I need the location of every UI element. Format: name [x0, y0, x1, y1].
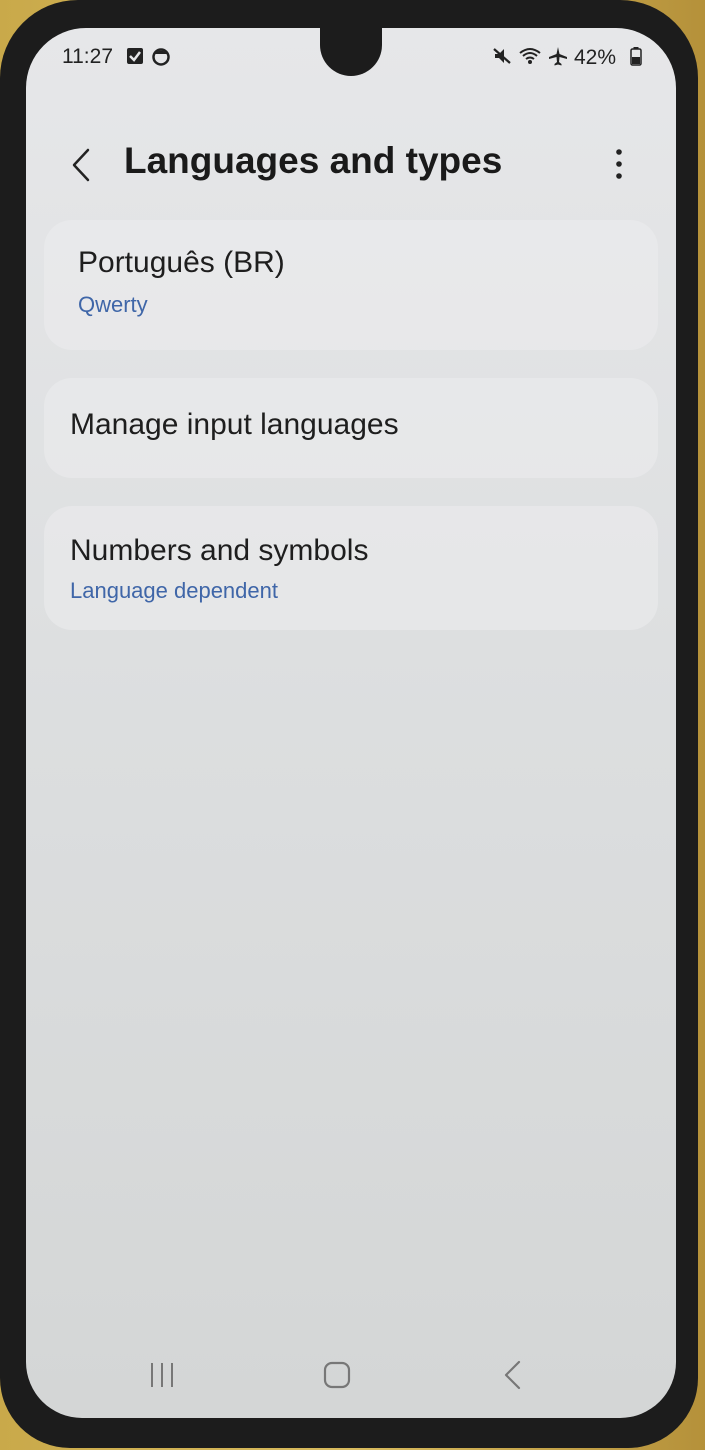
list-item-numbers-and-symbols[interactable]: Numbers and symbols Language dependent [44, 506, 658, 630]
airplane-icon [549, 47, 567, 66]
nav-back-button[interactable] [488, 1355, 538, 1395]
battery-icon [630, 47, 642, 66]
list-item-title: Numbers and symbols [70, 534, 369, 567]
back-chevron-icon [72, 148, 90, 182]
home-button[interactable] [312, 1355, 362, 1395]
back-icon [504, 1360, 521, 1390]
more-options-icon [616, 149, 622, 179]
app-bar: Languages and types [26, 128, 676, 198]
navigation-bar [26, 1343, 676, 1403]
phone-frame: 11:27 42% Languages and types Português … [0, 0, 698, 1448]
screen: 11:27 42% Languages and types Português … [26, 28, 676, 1418]
mute-icon [493, 48, 511, 64]
home-icon [323, 1361, 351, 1389]
page-title: Languages and types [124, 140, 503, 181]
list-item-subtitle: Qwerty [78, 292, 148, 317]
back-button[interactable] [64, 138, 104, 188]
battery-percentage: 42% [574, 46, 617, 69]
wifi-icon [519, 48, 541, 64]
more-options-button[interactable] [604, 142, 634, 186]
list-item-manage-input-languages[interactable]: Manage input languages [44, 378, 658, 478]
status-bar: 11:27 42% [26, 28, 676, 88]
recent-apps-button[interactable] [138, 1355, 188, 1395]
recent-apps-icon [151, 1363, 173, 1387]
checkbox-notification-icon [127, 48, 143, 64]
status-time: 11:27 [62, 45, 113, 68]
list-item-title: Manage input languages [70, 408, 399, 441]
list-item-subtitle: Language dependent [70, 578, 278, 603]
list-item-title: Português (BR) [78, 246, 285, 279]
list-item-portuguese-keyboard[interactable]: Português (BR) Qwerty [44, 220, 658, 350]
sync-notification-icon [152, 48, 170, 66]
